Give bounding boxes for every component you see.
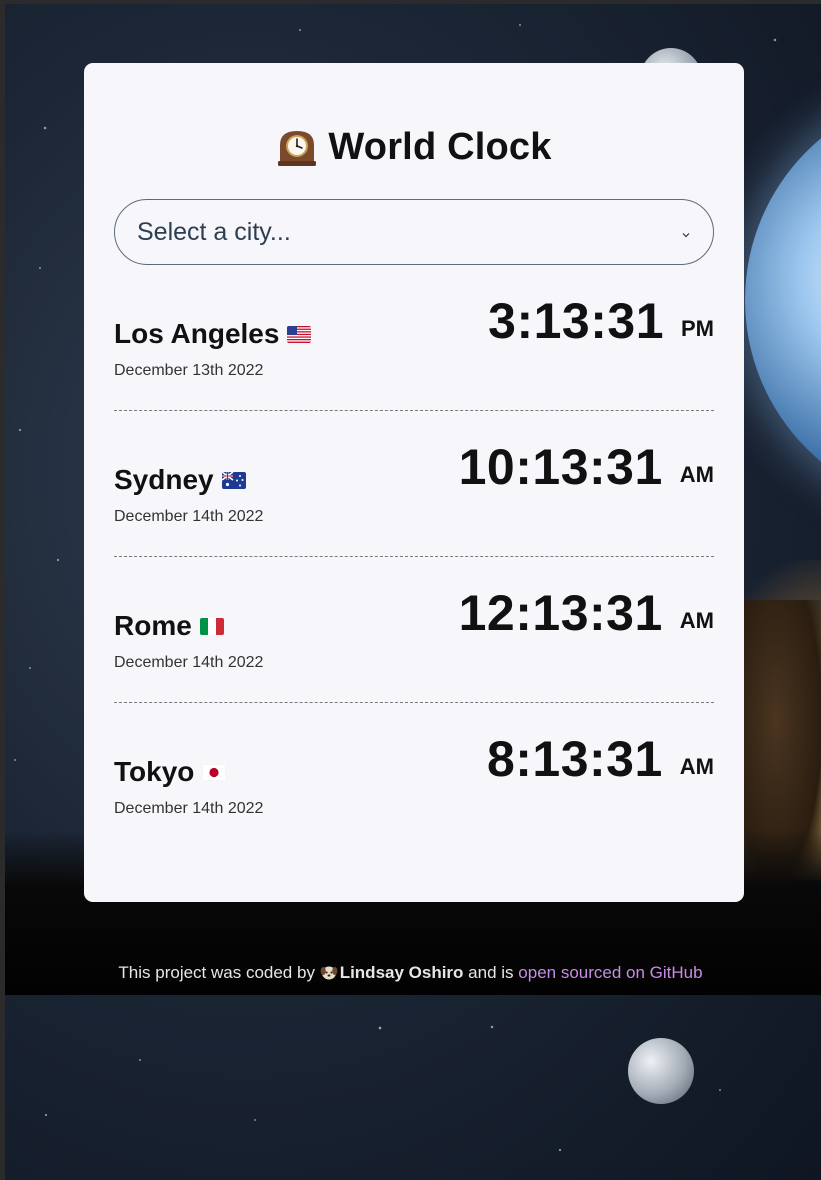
city-name: Los Angeles <box>114 318 280 349</box>
city-row-sydney: Sydney December 14th 2022 10:13:31 AM <box>114 411 714 557</box>
city-ampm: AM <box>679 608 714 633</box>
city-select[interactable]: Select a city... <box>114 199 714 265</box>
japan-flag-icon <box>202 763 227 781</box>
city-time: 8:13:31 <box>486 731 663 787</box>
city-date: December 14th 2022 <box>114 654 264 671</box>
author-name: Lindsay Oshiro <box>339 963 464 982</box>
footer-middle: and is <box>468 963 514 982</box>
city-time: 10:13:31 <box>458 439 663 495</box>
australia-flag-icon <box>221 471 246 489</box>
title-row: World Clock <box>114 126 714 168</box>
city-time: 3:13:31 <box>488 293 664 349</box>
github-link[interactable]: open sourced on GitHub <box>518 963 702 982</box>
window-left-edge <box>0 0 5 1180</box>
city-time: 12:13:31 <box>458 585 663 641</box>
puppy-icon <box>320 963 338 981</box>
city-name: Rome <box>114 610 192 641</box>
city-row-los-angeles: Los Angeles December 13th 2022 3:13:31 P… <box>114 265 714 411</box>
city-row-tokyo: Tokyo December 14th 2022 8:13:31 AM <box>114 703 714 849</box>
city-ampm: AM <box>679 754 714 779</box>
city-date: December 14th 2022 <box>114 800 264 817</box>
chevron-down-icon <box>681 227 691 238</box>
city-list: Los Angeles December 13th 2022 3:13:31 P… <box>114 265 714 849</box>
city-date: December 14th 2022 <box>114 508 264 525</box>
footer: This project was coded by Lindsay Oshiro… <box>0 963 821 983</box>
us-flag-icon <box>287 325 312 343</box>
footer-prefix: This project was coded by <box>118 963 315 982</box>
italy-flag-icon <box>199 617 224 635</box>
window-top-edge <box>0 0 821 4</box>
city-ampm: AM <box>679 462 714 487</box>
city-ampm: PM <box>681 316 714 341</box>
page-title: World Clock <box>328 125 552 168</box>
city-row-rome: Rome December 14th 2022 12:13:31 AM <box>114 557 714 703</box>
city-name: Tokyo <box>114 756 195 787</box>
city-name: Sydney <box>114 464 214 495</box>
world-clock-card: World Clock Select a city... Los Angeles <box>84 63 744 902</box>
moon-bottom <box>628 1038 694 1104</box>
mantelpiece-clock-icon <box>276 127 318 167</box>
city-date: December 13th 2022 <box>114 362 264 379</box>
city-select-placeholder: Select a city... <box>137 217 291 246</box>
